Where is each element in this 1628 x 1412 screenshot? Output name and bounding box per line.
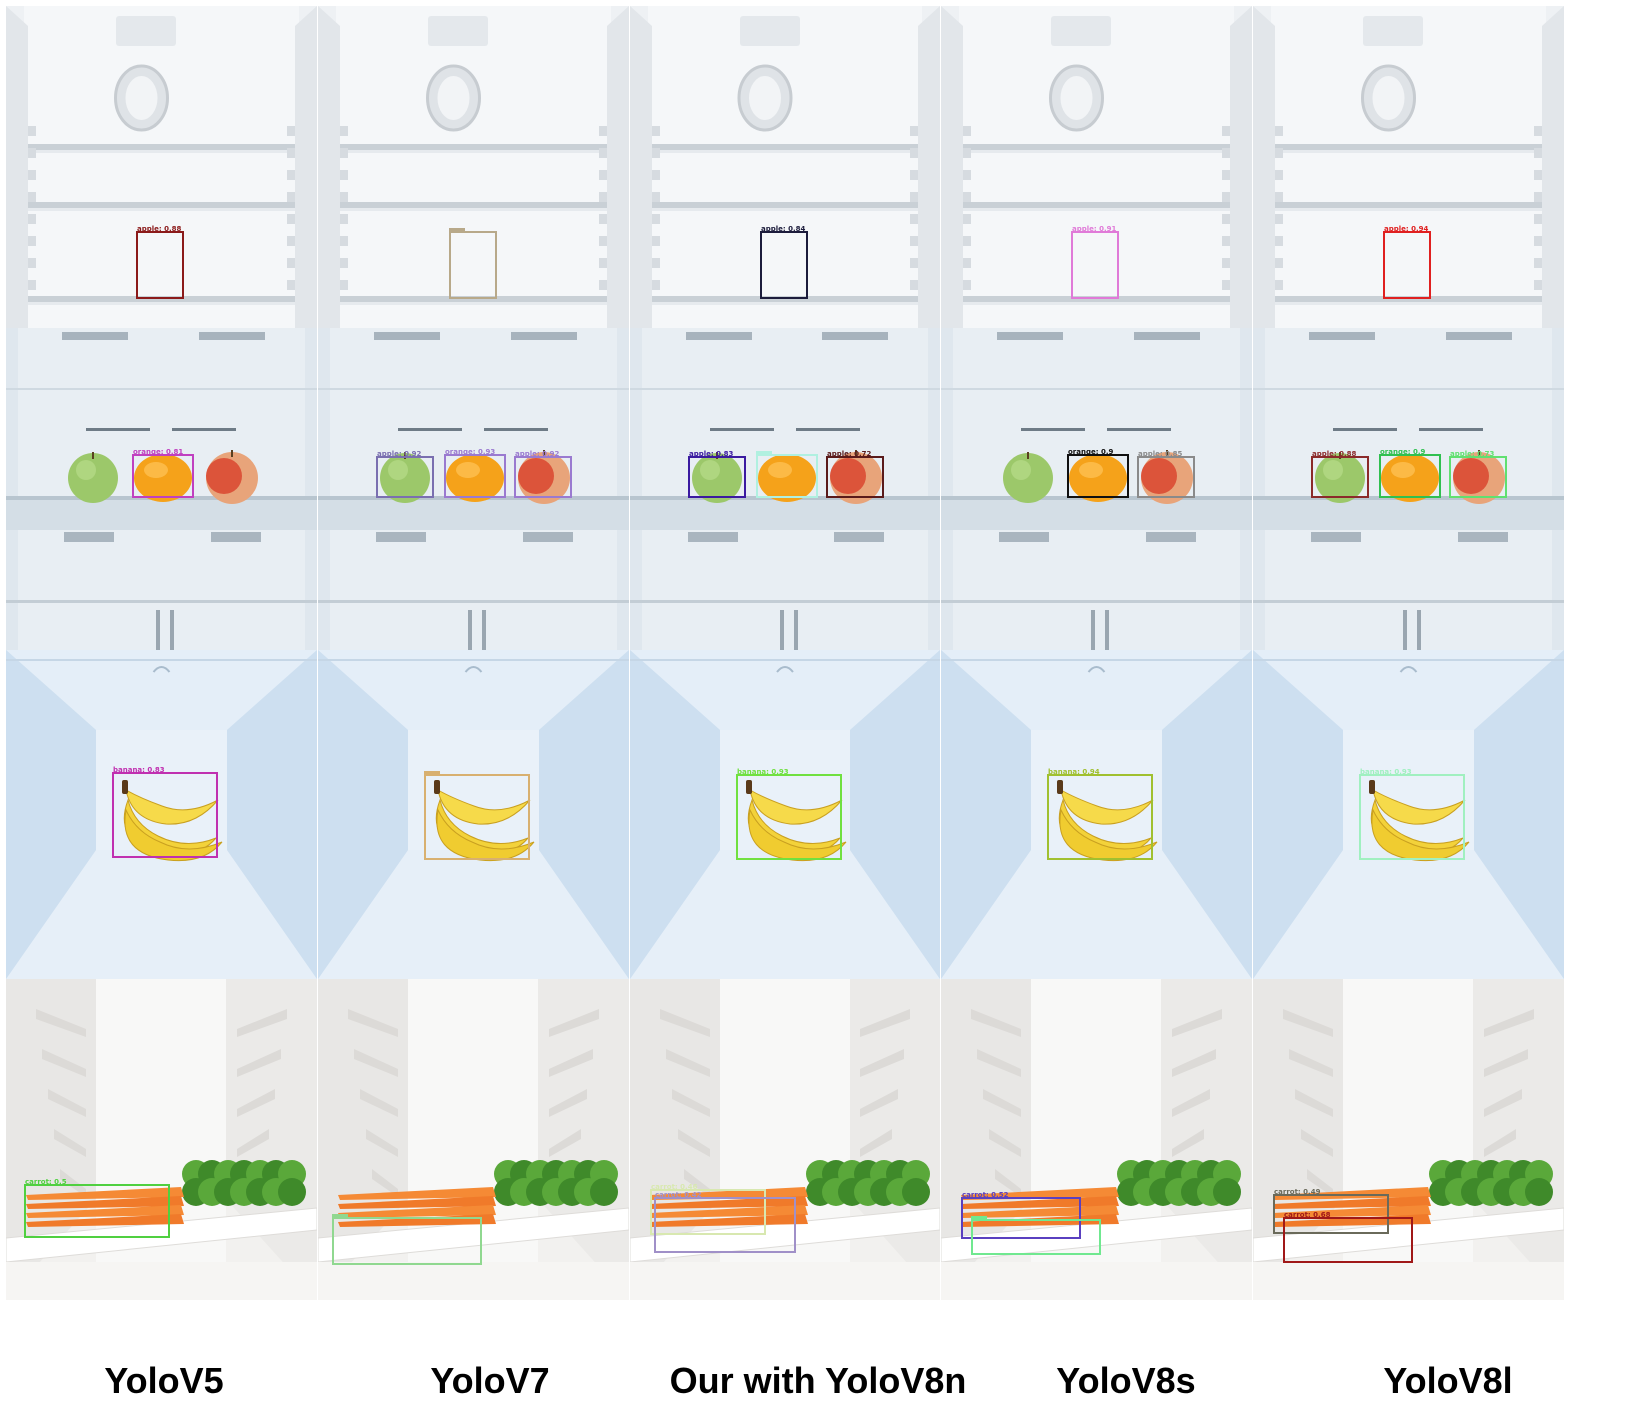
detection-label — [971, 1216, 987, 1221]
detection-box — [449, 228, 497, 299]
detection-box: carrot: 0.42 — [654, 1191, 796, 1253]
detection-box — [756, 451, 818, 498]
result-image: carrot: 0.49 carrot: 0.68 — [1253, 979, 1564, 1300]
detection-label: banana: 0.94 — [1048, 768, 1100, 776]
detection-label — [424, 771, 440, 776]
detection-box: apple: 0.84 — [760, 225, 808, 299]
model-caption: YoloV5 — [104, 1360, 224, 1401]
detection-label: carrot: 0.42 — [655, 1191, 702, 1199]
detection-box: apple: 0.92 — [514, 450, 572, 498]
model-caption: Our with YoloV8n — [669, 1360, 967, 1401]
detection-label: apple: 0.83 — [689, 450, 734, 458]
detection-label: banana: 0.83 — [113, 766, 165, 774]
detection-label: apple: 0.84 — [761, 225, 806, 233]
detection-label: orange: 0.9 — [1068, 448, 1114, 456]
detection-box: banana: 0.93 — [1359, 768, 1465, 860]
detection-label: banana: 0.93 — [1360, 768, 1412, 776]
detection-label: orange: 0.93 — [445, 448, 496, 456]
detection-box — [971, 1216, 1101, 1255]
detection-label — [756, 451, 772, 456]
result-image: carrot: 0.46 carrot: 0.42 — [630, 979, 940, 1300]
result-image — [318, 979, 629, 1300]
detection-box: orange: 0.9 — [1067, 448, 1129, 498]
detection-label: banana: 0.93 — [737, 768, 789, 776]
detection-label: apple: 0.92 — [377, 450, 422, 458]
detection-box: banana: 0.94 — [1047, 768, 1153, 860]
detection-box: apple: 0.92 — [376, 450, 434, 498]
detection-label: apple: 0.91 — [1072, 225, 1117, 233]
comparison-grid: apple: 0.88 apple: 0.84 apple: 0.91 apple: … — [6, 6, 1624, 1300]
result-image: apple: 0.88 — [6, 6, 317, 328]
result-image: apple: 0.91 — [941, 6, 1252, 328]
result-image: apple: 0.83 apple: 0.72 — [630, 328, 940, 650]
result-image: banana: 0.93 — [1253, 650, 1564, 979]
model-caption: YoloV7 — [430, 1360, 550, 1401]
result-image: apple: 0.88 orange: 0.9 apple: 0.73 — [1253, 328, 1564, 650]
detection-label: carrot: 0.52 — [962, 1191, 1009, 1199]
detection-box: apple: 0.83 — [688, 450, 746, 498]
result-image: apple: 0.84 — [630, 6, 940, 328]
result-image: orange: 0.81 — [6, 328, 317, 650]
detection-label — [449, 228, 465, 233]
detection-label: carrot: 0.49 — [1274, 1188, 1321, 1196]
detection-box: apple: 0.91 — [1071, 225, 1119, 299]
result-image: orange: 0.9 apple: 0.85 — [941, 328, 1252, 650]
result-image: carrot: 0.52 — [941, 979, 1252, 1300]
fridge-white-photo — [6, 979, 317, 1300]
result-image: banana: 0.93 — [630, 650, 940, 979]
detection-label: apple: 0.85 — [1138, 450, 1183, 458]
detection-label: apple: 0.94 — [1384, 225, 1429, 233]
detection-label: carrot: 0.46 — [651, 1183, 698, 1191]
result-image: banana: 0.94 — [941, 650, 1252, 979]
result-image: apple: 0.92 orange: 0.93 apple: 0.92 — [318, 328, 629, 650]
result-image: carrot: 0.5 — [6, 979, 317, 1300]
detection-box: apple: 0.88 — [136, 225, 184, 299]
detection-label: orange: 0.9 — [1380, 448, 1426, 456]
detection-label: apple: 0.92 — [515, 450, 560, 458]
detection-box: banana: 0.93 — [736, 768, 842, 860]
detection-label: orange: 0.81 — [133, 448, 184, 456]
detection-label: apple: 0.88 — [137, 225, 182, 233]
result-image — [318, 6, 629, 328]
detection-box: apple: 0.72 — [826, 450, 884, 498]
detection-box: orange: 0.9 — [1379, 448, 1441, 498]
detection-box: banana: 0.83 — [112, 766, 218, 858]
result-image: apple: 0.94 — [1253, 6, 1564, 328]
detection-box — [332, 1214, 482, 1265]
detection-box: orange: 0.81 — [132, 448, 194, 498]
detection-label: carrot: 0.68 — [1284, 1211, 1331, 1219]
model-caption: YoloV8l — [1383, 1360, 1513, 1401]
detection-label: apple: 0.73 — [1450, 450, 1495, 458]
detection-box: apple: 0.85 — [1137, 450, 1195, 498]
detection-label: carrot: 0.5 — [25, 1178, 67, 1186]
detection-box: apple: 0.94 — [1383, 225, 1431, 299]
detection-label: apple: 0.88 — [1312, 450, 1357, 458]
result-image: banana: 0.83 — [6, 650, 317, 979]
detection-box: carrot: 0.68 — [1283, 1211, 1413, 1263]
detection-box: apple: 0.88 — [1311, 450, 1369, 498]
result-image — [318, 650, 629, 979]
detection-box: apple: 0.73 — [1449, 450, 1507, 498]
detection-box: carrot: 0.5 — [24, 1178, 170, 1238]
detection-label: apple: 0.72 — [827, 450, 872, 458]
detection-box — [424, 771, 530, 860]
model-caption: YoloV8s — [1056, 1360, 1196, 1401]
detection-label — [332, 1214, 348, 1219]
detection-box: orange: 0.93 — [444, 448, 506, 498]
